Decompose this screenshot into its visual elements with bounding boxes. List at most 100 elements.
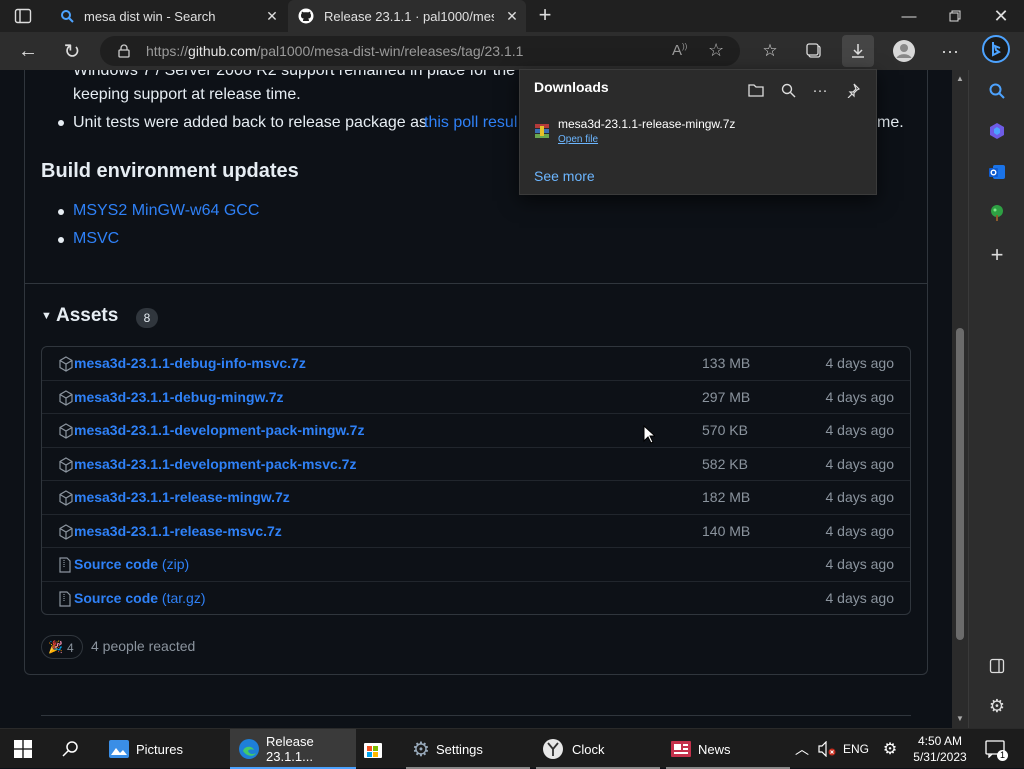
gear-icon[interactable]: ⚙: [981, 690, 1013, 722]
taskbar-search-icon[interactable]: [62, 729, 80, 769]
volume-muted-icon[interactable]: [816, 729, 838, 769]
minimize-icon[interactable]: —: [886, 0, 932, 32]
favorites-icon[interactable]: ☆: [754, 35, 786, 67]
asset-size: 140 MB: [702, 522, 751, 539]
lock-icon: [118, 44, 130, 58]
msys2-link[interactable]: MSYS2 MinGW-w64 GCC: [73, 202, 259, 220]
more-menu-icon[interactable]: ···: [934, 35, 966, 67]
asset-row: mesa3d-23.1.1-development-pack-mingw.7z 5…: [42, 414, 910, 448]
close-tab-icon[interactable]: ✕: [504, 8, 520, 24]
restore-icon[interactable]: [932, 0, 978, 32]
refresh-icon[interactable]: ↻: [56, 35, 88, 67]
collections-icon[interactable]: [798, 35, 830, 67]
reaction-count: 4: [67, 641, 74, 655]
asset-age: 4 days ago: [825, 489, 895, 505]
taskbar-item-edge[interactable]: Release 23.1.1...: [230, 729, 356, 769]
start-button[interactable]: [14, 729, 32, 769]
asset-age: 4 days ago: [825, 556, 895, 572]
more-options-icon[interactable]: ···: [806, 76, 834, 104]
asset-age: 4 days ago: [825, 589, 895, 606]
clock-time: 4:50 AM: [917, 734, 963, 748]
file-zip-icon: [58, 590, 74, 607]
pin-icon[interactable]: [838, 76, 866, 104]
poll-result-link[interactable]: this poll resul: [424, 114, 517, 132]
address-bar[interactable]: https://github.com/pal1000/mesa-dist-win…: [100, 36, 740, 66]
search-icon[interactable]: [981, 75, 1013, 107]
taskbar-item-label: Clock: [572, 741, 605, 757]
release-note-text: keeping support at release time.: [73, 86, 301, 103]
list-bullet: [58, 237, 64, 243]
profile-avatar-icon[interactable]: [888, 35, 920, 67]
asset-link[interactable]: mesa3d-23.1.1-debug-mingw.7z: [74, 389, 284, 405]
taskbar-item-clock[interactable]: Clock: [536, 729, 660, 769]
new-tab-icon[interactable]: +: [534, 4, 556, 27]
tab-actions-icon[interactable]: [14, 8, 32, 24]
sidebar-layout-icon[interactable]: [981, 650, 1013, 682]
asset-size: 182 MB: [702, 489, 751, 505]
clock-area[interactable]: 4:50 AM 5/31/2023: [906, 729, 974, 769]
scroll-down-icon[interactable]: ▼: [956, 714, 964, 723]
tab-release[interactable]: Release 23.1.1 · pal1000/mesa-di ✕: [288, 0, 526, 32]
bing-copilot-icon[interactable]: [980, 33, 1012, 65]
asset-link[interactable]: mesa3d-23.1.1-release-mingw.7z: [74, 489, 290, 505]
asset-link[interactable]: mesa3d-23.1.1-debug-info-msvc.7z: [74, 355, 306, 371]
tab-search[interactable]: mesa dist win - Search ✕: [48, 0, 286, 32]
see-more-link[interactable]: See more: [534, 168, 595, 184]
add-sidebar-icon[interactable]: +: [981, 239, 1013, 271]
outlook-icon[interactable]: [981, 156, 1013, 188]
close-tab-icon[interactable]: ✕: [264, 8, 280, 24]
reaction-text: 4 people reacted: [91, 638, 196, 654]
games-icon[interactable]: [981, 197, 1013, 229]
gear-icon[interactable]: ⚙: [878, 729, 902, 769]
asset-link[interactable]: mesa3d-23.1.1-development-pack-mingw.7z: [74, 422, 364, 438]
tada-icon: 🎉: [48, 640, 63, 654]
asset-age: 4 days ago: [825, 522, 895, 539]
asset-size: 297 MB: [702, 388, 751, 405]
asset-age: 4 days ago: [825, 388, 895, 405]
asset-link[interactable]: Source code (tar.gz): [74, 590, 206, 606]
asset-row: mesa3d-23.1.1-debug-mingw.7z 297 MB 4 days…: [42, 381, 910, 414]
gear-icon: ⚙: [412, 738, 430, 761]
language-indicator[interactable]: ENG: [840, 729, 872, 769]
taskbar-item-store[interactable]: [362, 729, 394, 769]
show-hidden-icons-icon[interactable]: ︿: [792, 729, 812, 769]
package-icon: [58, 490, 74, 506]
reaction-button[interactable]: 🎉 4: [41, 635, 83, 659]
msvc-link[interactable]: MSVC: [73, 230, 119, 248]
archive-file-icon: [534, 123, 550, 139]
download-file-name[interactable]: mesa3d-23.1.1-release-mingw.7z: [558, 117, 735, 131]
asset-link[interactable]: mesa3d-23.1.1-development-pack-msvc.7z: [74, 456, 356, 472]
asset-link[interactable]: mesa3d-23.1.1-release-msvc.7z: [74, 523, 282, 539]
notifications-icon[interactable]: 1: [980, 729, 1010, 769]
assets-toggle[interactable]: ▼ Assets 8: [41, 304, 181, 330]
close-window-icon[interactable]: ✕: [978, 0, 1024, 32]
asset-row: mesa3d-23.1.1-development-pack-msvc.7z 58…: [42, 448, 910, 481]
list-bullet: [58, 120, 64, 126]
page-scrollbar[interactable]: ▲ ▼: [952, 70, 968, 728]
taskbar-item-settings[interactable]: ⚙ Settings: [406, 729, 530, 769]
downloads-title: Downloads: [534, 79, 609, 95]
open-file-link[interactable]: Open file: [558, 134, 598, 145]
taskbar-item-news[interactable]: News: [666, 729, 790, 769]
taskbar-item-pictures[interactable]: Pictures: [100, 729, 224, 769]
asset-row: mesa3d-23.1.1-release-msvc.7z 140 MB 4 day…: [42, 515, 910, 548]
search-icon: [60, 9, 74, 23]
package-icon: [58, 456, 74, 473]
scrollbar-thumb[interactable]: [956, 328, 964, 640]
package-icon: [58, 423, 74, 439]
scroll-up-icon[interactable]: ▲: [956, 74, 964, 83]
copilot-icon[interactable]: [981, 115, 1013, 147]
search-downloads-icon[interactable]: [774, 76, 802, 104]
back-icon[interactable]: ←: [12, 35, 44, 67]
read-aloud-icon[interactable]: A)): [672, 42, 687, 59]
asset-age: 4 days ago: [825, 455, 895, 472]
downloads-icon[interactable]: [842, 35, 874, 67]
caret-down-icon: ▼: [41, 310, 52, 322]
asset-link[interactable]: Source code (zip): [74, 556, 189, 572]
add-favorite-icon[interactable]: ☆: [708, 40, 724, 61]
windows-taskbar: Pictures Release 23.1.1... ⚙ Settings Cl…: [0, 728, 1024, 769]
folder-icon[interactable]: [742, 76, 770, 104]
asset-size: 133 MB: [702, 355, 751, 371]
release-note-text: Unit tests were added back to release pa…: [73, 114, 427, 131]
asset-row: mesa3d-23.1.1-debug-info-msvc.7z 133 MB 4 …: [42, 347, 910, 381]
